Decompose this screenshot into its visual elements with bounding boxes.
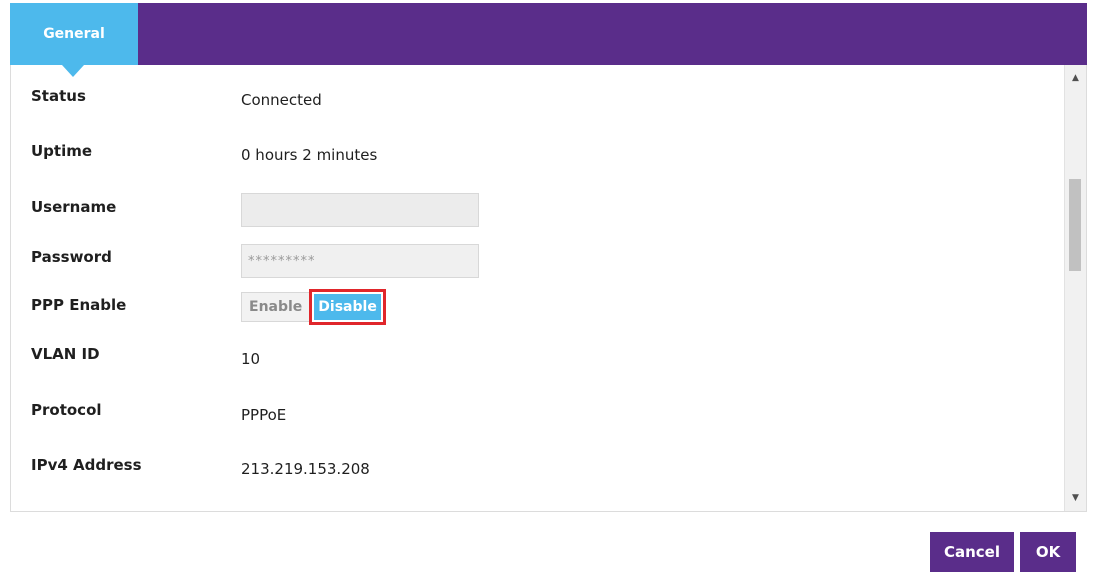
vlan-id-value: 10 (241, 350, 261, 368)
ppp-enable-label: PPP Enable (31, 296, 127, 314)
triangle-up-icon[interactable]: ▲ (1065, 69, 1086, 87)
tab-general-label: General (43, 26, 105, 42)
ipv4-address-label: IPv4 Address (31, 456, 142, 474)
status-label: Status (31, 87, 86, 105)
password-label: Password (31, 248, 112, 266)
ppp-disable-button[interactable]: Disable (314, 294, 381, 320)
vlan-id-label: VLAN ID (31, 345, 100, 363)
uptime-value: 0 hours 2 minutes (241, 146, 378, 164)
cancel-button[interactable]: Cancel (930, 532, 1014, 572)
protocol-value: PPPoE (241, 406, 287, 424)
username-field[interactable] (241, 193, 479, 227)
disable-highlight-box: Disable (309, 289, 386, 325)
ok-button[interactable]: OK (1020, 532, 1076, 572)
scrollbar-thumb[interactable] (1069, 179, 1081, 271)
status-value: Connected (241, 91, 322, 109)
triangle-down-icon[interactable]: ▼ (1065, 489, 1086, 507)
ppp-enable-toggle: Enable Disable (241, 289, 386, 325)
ipv4-address-value: 213.219.153.208 (241, 460, 370, 478)
vertical-scrollbar[interactable]: ▲ ▼ (1064, 65, 1086, 511)
tab-general[interactable]: General (10, 3, 138, 65)
general-settings-panel: Status Connected Uptime 0 hours 2 minute… (10, 65, 1087, 512)
tab-bar: General (10, 3, 1087, 77)
username-label: Username (31, 198, 117, 216)
ppp-enable-button[interactable]: Enable (241, 292, 311, 322)
password-field[interactable] (241, 244, 479, 278)
uptime-label: Uptime (31, 142, 93, 160)
protocol-label: Protocol (31, 401, 102, 419)
